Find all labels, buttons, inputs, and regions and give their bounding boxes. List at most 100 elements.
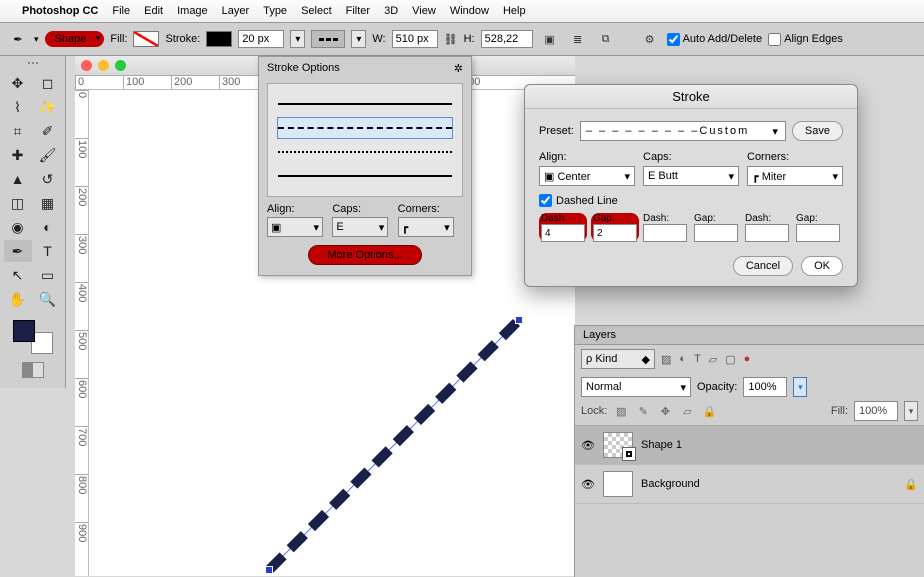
path-align-icon[interactable]: ≣ [567,28,589,50]
lock-pixels-icon[interactable]: ✎ [635,405,651,418]
gradient-tool[interactable]: ▦ [34,192,62,214]
anchor-point[interactable] [265,566,273,574]
align-edges-check[interactable]: Align Edges [768,33,843,46]
layer-fill-field[interactable]: 100% [854,401,898,421]
app-name[interactable]: Photoshop CC [22,5,98,17]
path-operations-icon[interactable]: ▣ [539,28,561,50]
blur-tool[interactable]: ◉ [4,216,32,238]
color-swatches[interactable] [13,320,53,354]
layer-name[interactable]: Shape 1 [641,439,682,451]
more-options-button[interactable]: More Options... [308,245,421,265]
gap-field-1[interactable] [593,224,637,242]
shape-tool[interactable]: ▭ [34,264,62,286]
anchor-point[interactable] [515,316,523,324]
lock-position-icon[interactable]: ✥ [657,405,673,418]
layer-row[interactable]: 👁 Background 🔒 [575,465,924,504]
filter-type-icon[interactable]: T [694,353,701,366]
menu-filter[interactable]: Filter [346,5,370,17]
save-preset-button[interactable]: Save [792,121,843,141]
link-wh-icon[interactable]: ⛓ [444,33,458,46]
menu-layer[interactable]: Layer [222,5,250,17]
gear-icon[interactable]: ⚙ [639,28,661,50]
layer-thumb[interactable] [603,432,633,458]
menu-type[interactable]: Type [263,5,287,17]
dash-field-2[interactable] [643,224,687,242]
auto-add-delete-check[interactable]: Auto Add/Delete [667,33,763,46]
path-select-tool[interactable]: ↖ [4,264,32,286]
type-tool[interactable]: T [34,240,62,262]
foreground-color-swatch[interactable] [13,320,35,342]
width-field[interactable] [392,30,438,48]
cancel-button[interactable]: Cancel [733,256,793,276]
dlg-align-select[interactable]: ▣ Center▾ [539,166,635,186]
menu-file[interactable]: File [112,5,130,17]
stroke-preset-solid2[interactable] [278,166,452,186]
popover-gear-icon[interactable]: ✲ [454,62,463,75]
dlg-corners-select[interactable]: ┏ Miter▾ [747,166,843,186]
stroke-width-field[interactable] [238,30,284,48]
filter-adjust-icon[interactable]: ◐ [679,353,686,366]
opacity-dropdown[interactable]: ▾ [793,377,807,397]
layer-name[interactable]: Background [641,478,700,490]
pen-tool-icon[interactable]: ✒︎ [8,33,28,46]
filter-smart-icon[interactable]: ▢ [725,353,735,366]
opacity-field[interactable]: 100% [743,377,787,397]
filter-pixel-icon[interactable]: ▨ [661,353,671,366]
eraser-tool[interactable]: ◫ [4,192,32,214]
ok-button[interactable]: OK [801,256,843,276]
filter-shape-icon[interactable]: ▱ [709,353,717,366]
magic-wand-tool[interactable]: ✨ [34,96,62,118]
minimize-window-icon[interactable] [98,60,109,71]
tool-mode-select[interactable]: Shape [45,31,105,47]
path-arrange-icon[interactable]: ⧉ [595,28,617,50]
brush-tool[interactable]: 🖌 [34,144,62,166]
panel-grip[interactable] [18,62,48,68]
layer-fill-dropdown[interactable]: ▾ [904,401,918,421]
menu-view[interactable]: View [412,5,436,17]
gap-field-3[interactable] [796,224,840,242]
pen-tool[interactable]: ✒ [4,240,32,262]
stroke-style-select[interactable] [311,30,345,48]
layer-thumb[interactable] [603,471,633,497]
menu-window[interactable]: Window [450,5,489,17]
corners-select[interactable]: ┏▾ [398,217,454,237]
gap-field-2[interactable] [694,224,738,242]
close-window-icon[interactable] [81,60,92,71]
stroke-width-dropdown[interactable]: ▾ [290,30,305,48]
dash-field-3[interactable] [745,224,789,242]
marquee-tool[interactable]: ◻ [34,72,62,94]
quickmask-toggle[interactable] [22,362,44,378]
dashed-line-check[interactable] [539,194,552,207]
dodge-tool[interactable]: ◐ [34,216,62,238]
stroke-preset-dotted[interactable] [278,142,452,162]
visibility-icon[interactable]: 👁 [581,478,595,491]
zoom-tool[interactable]: 🔍 [34,288,62,310]
lock-transparent-icon[interactable]: ▨ [613,405,629,418]
healing-tool[interactable]: ✚ [4,144,32,166]
dlg-caps-select[interactable]: E Butt▾ [643,166,739,186]
lasso-tool[interactable]: ⌇ [4,96,32,118]
stroke-style-dropdown[interactable]: ▾ [351,30,366,48]
stroke-swatch[interactable] [206,31,232,47]
dash-field-1[interactable] [541,224,585,242]
menu-image[interactable]: Image [177,5,208,17]
height-field[interactable] [481,30,533,48]
filter-kind-select[interactable]: ρ Kind◆ [581,349,655,369]
eyedropper-tool[interactable]: ✐ [34,120,62,142]
menu-3d[interactable]: 3D [384,5,398,17]
layers-tab[interactable]: Layers [575,326,924,345]
layer-row[interactable]: 👁 Shape 1 [575,426,924,465]
caps-select[interactable]: E▾ [332,217,388,237]
crop-tool[interactable]: ⌗ [4,120,32,142]
move-tool[interactable]: ✥ [4,72,32,94]
visibility-icon[interactable]: 👁 [581,439,595,452]
preset-select[interactable]: – – – – – – – – –Custom▾ [580,121,786,141]
blend-mode-select[interactable]: Normal▾ [581,377,691,397]
stamp-tool[interactable]: ▲ [4,168,32,190]
align-select[interactable]: ▣▾ [267,217,323,237]
hand-tool[interactable]: ✋ [4,288,32,310]
stroke-preset-dashed[interactable] [278,118,452,138]
fill-swatch[interactable] [133,31,159,47]
lock-all-icon[interactable]: 🔒 [701,405,717,418]
menu-select[interactable]: Select [301,5,332,17]
